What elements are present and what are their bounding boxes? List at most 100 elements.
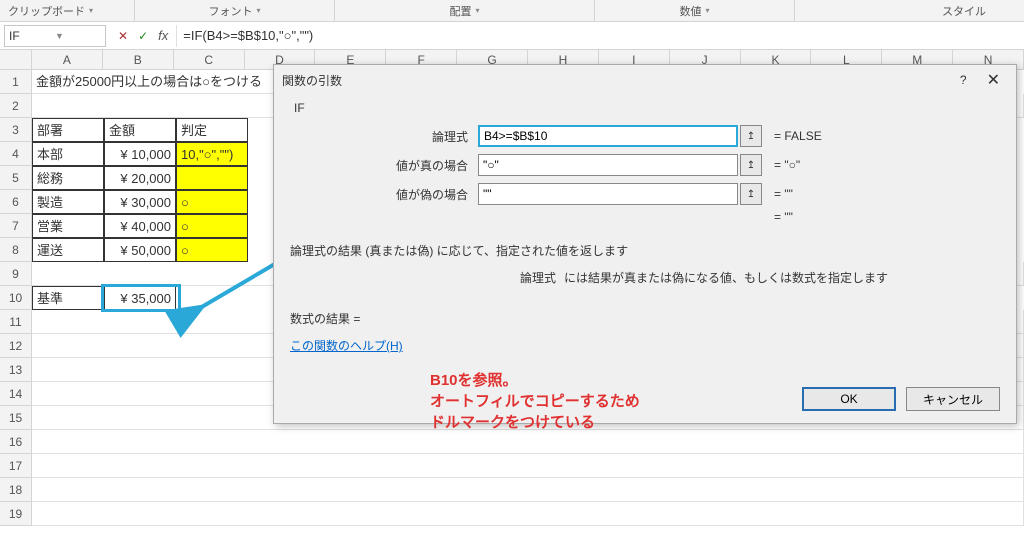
function-description: 論理式の結果 (真または偽) に応じて、指定された値を返します — [290, 242, 1000, 259]
dropdown-icon: ▾ — [256, 6, 260, 15]
cell[interactable] — [32, 430, 1024, 454]
chevron-down-icon[interactable]: ▼ — [55, 31, 101, 41]
help-icon[interactable]: ? — [948, 73, 979, 87]
row-header[interactable]: 18 — [0, 478, 32, 502]
arg-row-true: 値が真の場合 ↥ = "○" — [290, 154, 1000, 176]
cell-a7[interactable]: 営業 — [32, 214, 104, 238]
final-result: = "" — [762, 210, 793, 224]
cancel-button[interactable]: キャンセル — [906, 387, 1000, 411]
row-header[interactable]: 11 — [0, 310, 32, 334]
row-header[interactable]: 9 — [0, 262, 32, 286]
cell-c7[interactable]: ○ — [176, 214, 248, 238]
cell-c6[interactable]: ○ — [176, 190, 248, 214]
arg-row-false: 値が偽の場合 ↥ = "" — [290, 183, 1000, 205]
ribbon-label: フォント — [208, 3, 252, 19]
function-help-link[interactable]: この関数のヘルプ(H) — [290, 337, 1000, 354]
dialog-title-text: 関数の引数 — [282, 72, 948, 89]
dropdown-icon: ▾ — [475, 6, 479, 15]
dropdown-icon: ▾ — [89, 6, 93, 15]
cell-c5[interactable] — [176, 166, 248, 190]
row-header[interactable]: 1 — [0, 70, 32, 94]
row-header[interactable]: 5 — [0, 166, 32, 190]
row-header[interactable]: 16 — [0, 430, 32, 454]
cancel-icon[interactable]: ✕ — [118, 29, 128, 43]
dialog-titlebar[interactable]: 関数の引数 ? ✕ — [274, 65, 1016, 95]
row-header[interactable]: 7 — [0, 214, 32, 238]
row-header[interactable]: 14 — [0, 382, 32, 406]
ribbon-group-font[interactable]: フォント ▾ — [135, 0, 335, 21]
arg-label: 値が偽の場合 — [290, 186, 478, 203]
argument-description: 論理式には結果が真または偽になる値、もしくは数式を指定します — [290, 269, 1000, 286]
cell[interactable] — [32, 454, 1024, 478]
formula-result-label: 数式の結果 = — [290, 310, 1000, 327]
ribbon-bar: クリップボード ▾ フォント ▾ 配置 ▾ 数値 ▾ スタイル — [0, 0, 1024, 22]
row-header[interactable]: 19 — [0, 502, 32, 526]
cell-b8[interactable]: ¥ 50,000 — [104, 238, 176, 262]
col-header[interactable]: B — [103, 50, 174, 70]
cell-b3[interactable]: 金額 — [104, 118, 176, 142]
select-all-corner[interactable] — [0, 50, 32, 70]
row-header[interactable]: 12 — [0, 334, 32, 358]
name-box[interactable]: IF ▼ — [4, 25, 106, 47]
range-select-icon[interactable]: ↥ — [740, 125, 762, 147]
value-if-true-input[interactable] — [478, 154, 738, 176]
close-icon[interactable]: ✕ — [979, 70, 1008, 90]
range-select-icon[interactable]: ↥ — [740, 183, 762, 205]
cell-b4[interactable]: ¥ 10,000 — [104, 142, 176, 166]
arg-label: 論理式 — [290, 128, 478, 145]
logical-test-input[interactable] — [478, 125, 738, 147]
cell-b10[interactable]: ¥ 35,000 — [104, 286, 176, 310]
range-select-icon[interactable]: ↥ — [740, 154, 762, 176]
arg-row-logical: 論理式 ↥ = FALSE — [290, 125, 1000, 147]
ribbon-label: 配置 — [449, 3, 471, 19]
ribbon-group-style[interactable]: スタイル — [904, 0, 1024, 21]
formula-icons: ✕ ✓ fx — [110, 28, 176, 43]
arg-label: 値が真の場合 — [290, 157, 478, 174]
cell-c4[interactable]: 10,"○","") — [176, 142, 248, 166]
row-header[interactable]: 15 — [0, 406, 32, 430]
ribbon-group-number[interactable]: 数値 ▾ — [595, 0, 795, 21]
enter-icon[interactable]: ✓ — [138, 29, 148, 43]
cell-a8[interactable]: 運送 — [32, 238, 104, 262]
arg-row-final: = "" — [290, 210, 1000, 224]
cell-a4[interactable]: 本部 — [32, 142, 104, 166]
ribbon-group-alignment[interactable]: 配置 ▾ — [335, 0, 595, 21]
function-name: IF — [290, 101, 1000, 115]
formula-input[interactable]: =IF(B4>=$B$10,"○","") — [176, 25, 1024, 47]
dialog-buttons: OK キャンセル — [802, 387, 1000, 411]
cell-c8[interactable]: ○ — [176, 238, 248, 262]
cell-a5[interactable]: 総務 — [32, 166, 104, 190]
row-header[interactable]: 4 — [0, 142, 32, 166]
ribbon-label: スタイル — [942, 3, 986, 19]
cell-c3[interactable]: 判定 — [176, 118, 248, 142]
value-if-false-input[interactable] — [478, 183, 738, 205]
ribbon-label: 数値 — [679, 3, 701, 19]
row-header[interactable]: 3 — [0, 118, 32, 142]
row-header[interactable]: 17 — [0, 454, 32, 478]
formula-text: =IF(B4>=$B$10,"○","") — [183, 28, 313, 43]
row-header[interactable]: 10 — [0, 286, 32, 310]
cell-b5[interactable]: ¥ 20,000 — [104, 166, 176, 190]
cell[interactable] — [32, 502, 1024, 526]
row-header[interactable]: 8 — [0, 238, 32, 262]
fx-icon[interactable]: fx — [158, 28, 168, 43]
dropdown-icon: ▾ — [705, 6, 709, 15]
arg-result: = "○" — [762, 158, 800, 172]
ribbon-group-clipboard[interactable]: クリップボード ▾ — [0, 0, 135, 21]
col-header[interactable]: A — [32, 50, 103, 70]
arg-result: = "" — [762, 187, 793, 201]
name-box-value: IF — [9, 29, 55, 43]
row-header[interactable]: 6 — [0, 190, 32, 214]
row-header[interactable]: 2 — [0, 94, 32, 118]
ribbon-label: クリップボード — [8, 3, 85, 19]
cell-a6[interactable]: 製造 — [32, 190, 104, 214]
col-header[interactable]: C — [174, 50, 245, 70]
cell-b7[interactable]: ¥ 40,000 — [104, 214, 176, 238]
cell[interactable] — [32, 478, 1024, 502]
cell-a10[interactable]: 基準 — [32, 286, 104, 310]
ok-button[interactable]: OK — [802, 387, 896, 411]
formula-bar: IF ▼ ✕ ✓ fx =IF(B4>=$B$10,"○","") — [0, 22, 1024, 50]
cell-b6[interactable]: ¥ 30,000 — [104, 190, 176, 214]
cell-a3[interactable]: 部署 — [32, 118, 104, 142]
row-header[interactable]: 13 — [0, 358, 32, 382]
